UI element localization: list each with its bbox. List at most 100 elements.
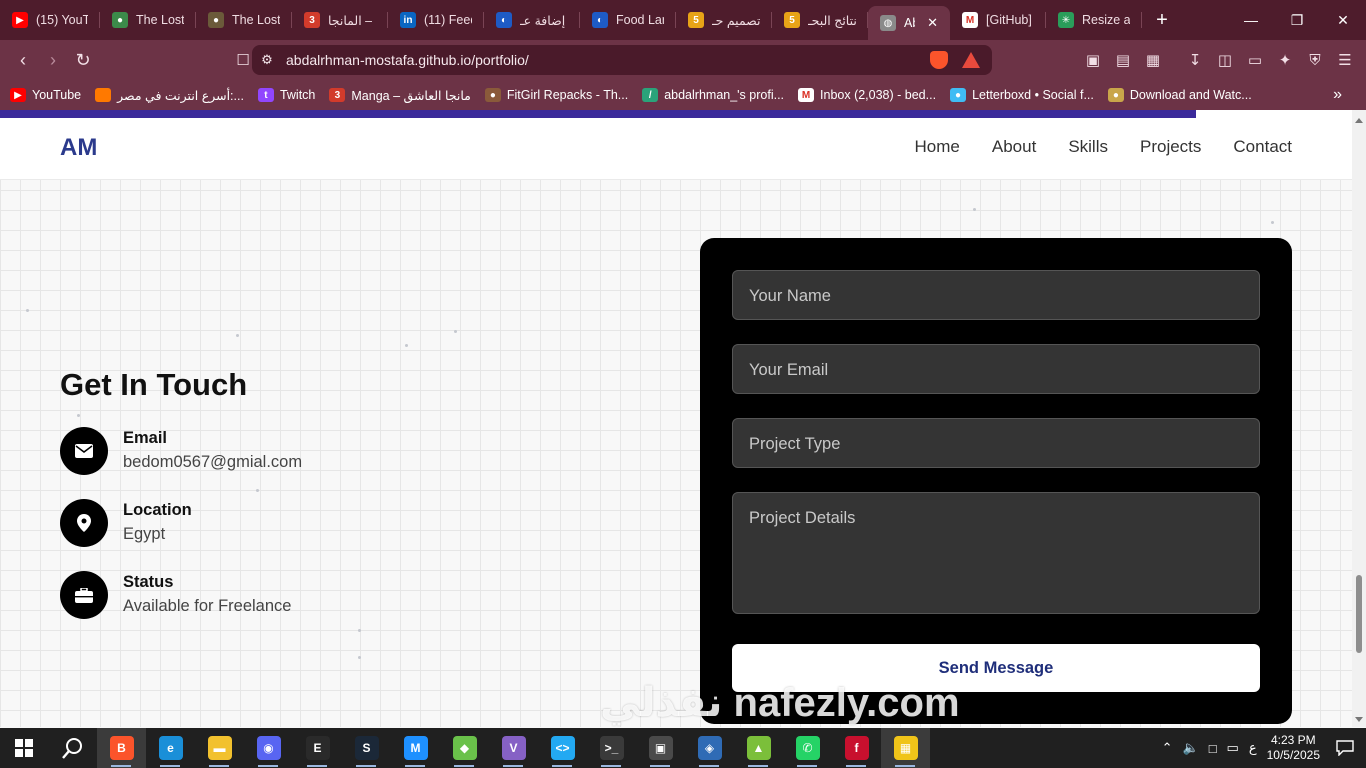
language-indicator[interactable]: ع	[1249, 740, 1257, 756]
browser-tab[interactable]: ◐ إضافة عـ	[484, 0, 580, 40]
browser-tab[interactable]: in (11) Feed	[388, 0, 484, 40]
menu-icon[interactable]: ☰	[1332, 45, 1358, 75]
edge-taskbar-button[interactable]: e	[146, 728, 195, 768]
network-icon[interactable]: ▭	[1227, 740, 1239, 756]
leo-ai-icon[interactable]: ✦	[1272, 45, 1298, 75]
browser-tab[interactable]: ▶ (15) YouT	[0, 0, 100, 40]
network-app-taskbar-button[interactable]: ◈	[685, 728, 734, 768]
location-label: Location	[123, 501, 192, 519]
bookmark-item[interactable]: ● FitGirl Repacks - Th...	[484, 88, 628, 102]
toolbar-actions: ▣ ▤ ▦ ↧ ◫ ▭ ✦ ⛨ ☰	[1080, 45, 1358, 75]
yellow-app-taskbar-button[interactable]: ▦	[881, 728, 930, 768]
bookmark-item[interactable]: ▶ YouTube	[10, 88, 81, 102]
vs-code-taskbar-button[interactable]: <>	[538, 728, 587, 768]
browser-tab[interactable]: ✳ Resize ar	[1046, 0, 1142, 40]
more-bookmarks-icon[interactable]: »	[1333, 86, 1342, 104]
reader-mode-icon[interactable]: ▤	[1110, 45, 1136, 75]
manga-icon: 3	[329, 88, 346, 102]
tab-label: Abd	[904, 16, 915, 30]
steam-taskbar-button[interactable]: S	[342, 728, 391, 768]
nav-link-about[interactable]: About	[992, 137, 1036, 157]
download-icon[interactable]: ↧	[1182, 45, 1208, 75]
search-icon[interactable]	[48, 728, 97, 768]
brave-icon: B	[109, 736, 134, 760]
bluestacks-taskbar-button[interactable]: ◆	[440, 728, 489, 768]
reload-button[interactable]: ↻	[68, 45, 98, 75]
address-bar[interactable]: ⚙ abdalrhman-mostafa.github.io/portfolio…	[252, 45, 992, 75]
minimize-button[interactable]: —	[1228, 0, 1274, 40]
epic-games-icon: E	[305, 736, 330, 760]
vpn-shield-icon[interactable]: ⛨	[1302, 45, 1328, 75]
taskbar-apps: Be ▬ ◉ E S M ◆ V <> >_ ▣ ◈ ▲ ✆ f ▦	[97, 728, 930, 768]
project-type-input[interactable]: Project Type	[732, 418, 1260, 468]
terminal-taskbar-button[interactable]: >_	[587, 728, 636, 768]
scroll-up-arrow-icon[interactable]	[1355, 118, 1363, 123]
site-info-icon[interactable]: ⚙	[252, 52, 282, 68]
qr-code-icon[interactable]: ▦	[1140, 45, 1166, 75]
search-tab-icon[interactable]: ▣	[1080, 45, 1106, 75]
bookmark-item[interactable]: ● Letterboxd • Social f...	[950, 88, 1094, 102]
page-scrollbar[interactable]	[1352, 110, 1366, 727]
bookmark-item[interactable]: 3 Manga – مانجا العاشق	[329, 88, 471, 103]
brave-taskbar-button[interactable]: B	[97, 728, 146, 768]
bluestacks-icon: ◆	[452, 736, 477, 760]
bookmark-item[interactable]: أسرع انترنت في مصر:...	[95, 88, 244, 103]
epic-games-taskbar-button[interactable]: E	[293, 728, 342, 768]
tab-label: [GitHub]	[986, 13, 1032, 27]
close-window-button[interactable]: ✕	[1320, 0, 1366, 40]
nav-link-skills[interactable]: Skills	[1068, 137, 1108, 157]
start-button[interactable]	[0, 728, 48, 768]
download-site-icon: ●	[1107, 88, 1124, 102]
brave-shield-icon[interactable]	[930, 51, 948, 69]
file-explorer-taskbar-button[interactable]: ▬	[195, 728, 244, 768]
forward-button[interactable]: ›	[38, 45, 68, 75]
nav-link-home[interactable]: Home	[915, 137, 960, 157]
browser-tab[interactable]: 3 المانجا –	[292, 0, 388, 40]
media-app-taskbar-button[interactable]: ▣	[636, 728, 685, 768]
meet-now-icon[interactable]: □	[1209, 741, 1217, 756]
site-header: AM Home About Skills Projects Contact	[0, 118, 1352, 180]
bookmark-item[interactable]: / abdalrhman_'s profi...	[642, 88, 784, 102]
close-tab-icon[interactable]: ✕	[927, 15, 938, 31]
nav-link-contact[interactable]: Contact	[1233, 137, 1292, 157]
browser-tab[interactable]: ● The Lost	[100, 0, 196, 40]
browser-tab[interactable]: M [GitHub]	[950, 0, 1046, 40]
sidebar-icon[interactable]: ◫	[1212, 45, 1238, 75]
email-input[interactable]: Your Email	[732, 344, 1260, 394]
back-button[interactable]: ‹	[8, 45, 38, 75]
particle-dot	[358, 629, 361, 632]
whatsapp-taskbar-button[interactable]: ✆	[783, 728, 832, 768]
scroll-thumb[interactable]	[1356, 575, 1362, 653]
clock[interactable]: 4:23 PM 10/5/2025	[1267, 733, 1320, 763]
red-app-taskbar-button[interactable]: f	[832, 728, 881, 768]
browser-tab[interactable]: ◐ Food Lar	[580, 0, 676, 40]
wallet-icon[interactable]: ▭	[1242, 45, 1268, 75]
name-input[interactable]: Your Name	[732, 270, 1260, 320]
bookmark-item[interactable]: t Twitch	[257, 88, 315, 102]
browser-tab[interactable]: ● The Lost	[196, 0, 292, 40]
visual-studio-taskbar-button[interactable]: V	[489, 728, 538, 768]
site-nav-links: Home About Skills Projects Contact	[915, 137, 1292, 157]
discord-taskbar-button[interactable]: ◉	[244, 728, 293, 768]
maximize-button[interactable]: ❐	[1274, 0, 1320, 40]
photo-app-taskbar-button[interactable]: ▲	[734, 728, 783, 768]
browser-tab[interactable]: ◍ Abd ✕	[868, 6, 950, 40]
chevron-up-icon[interactable]: ⌃	[1162, 740, 1173, 756]
system-tray: ⌃ 🔈 □ ▭ ع 4:23 PM 10/5/2025	[1162, 733, 1366, 763]
brave-rewards-icon[interactable]	[962, 52, 980, 68]
notification-icon[interactable]	[1330, 740, 1360, 756]
nav-link-projects[interactable]: Projects	[1140, 137, 1201, 157]
browser-toolbar: ‹ › ↻ ☐ ⚙ abdalrhman-mostafa.github.io/p…	[0, 40, 1366, 80]
bookmark-item[interactable]: ● Download and Watc...	[1107, 88, 1252, 102]
discord-icon: ◉	[256, 736, 281, 760]
project-details-textarea[interactable]: Project Details	[732, 492, 1260, 614]
scroll-down-arrow-icon[interactable]	[1355, 717, 1363, 722]
bookmark-item[interactable]: M Inbox (2,038) - bed...	[798, 88, 936, 102]
mega-taskbar-button[interactable]: M	[391, 728, 440, 768]
browser-tab[interactable]: 5 نتائج البحـ	[772, 0, 868, 40]
browser-tab[interactable]: 5 تصميم حـ	[676, 0, 772, 40]
volume-icon[interactable]: 🔈	[1183, 740, 1199, 756]
site-logo[interactable]: AM	[60, 134, 97, 162]
new-tab-button[interactable]: +	[1142, 9, 1182, 32]
terminal-icon: >_	[599, 736, 624, 760]
